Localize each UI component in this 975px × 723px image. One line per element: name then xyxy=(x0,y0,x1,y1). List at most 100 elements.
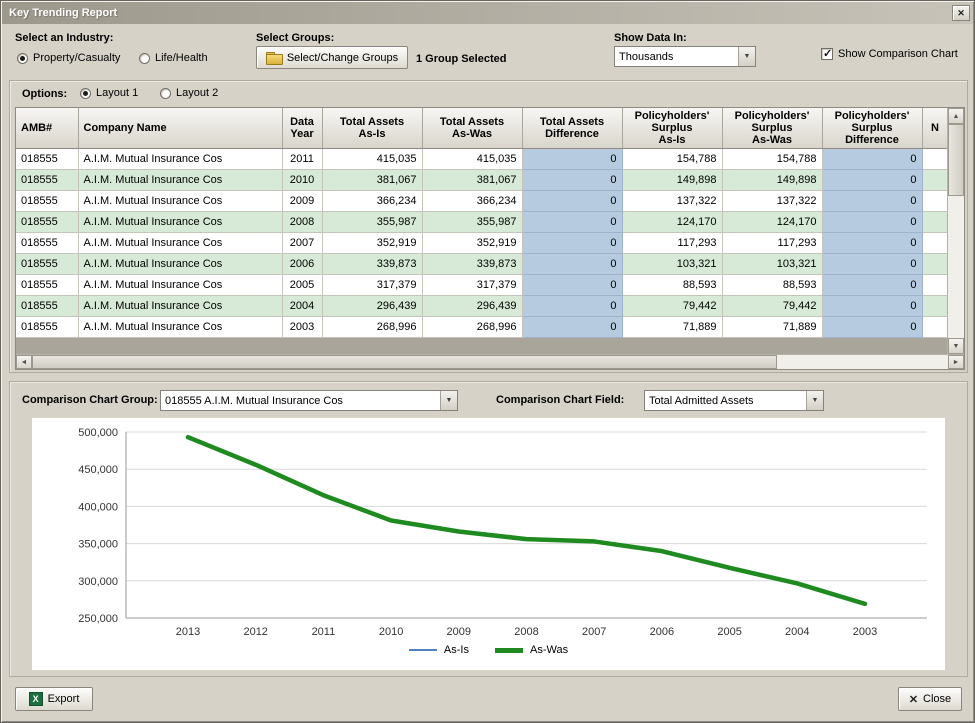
table-row[interactable]: 018555 A.I.M. Mutual Insurance Cos 2008 355… xyxy=(16,211,947,233)
radio-layout-2[interactable]: Layout 2 xyxy=(160,87,218,99)
vertical-scroll-track[interactable] xyxy=(948,196,964,338)
comparison-chart-group-combobox[interactable]: 018555 A.I.M. Mutual Insurance Cos ▼ xyxy=(160,390,458,411)
table-cell[interactable]: 117,293 xyxy=(722,232,823,254)
table-cell[interactable]: 0 xyxy=(822,232,923,254)
table-cell[interactable]: 268,996 xyxy=(422,316,523,338)
horizontal-scroll-thumb[interactable] xyxy=(32,355,777,369)
table-cell[interactable]: 154,788 xyxy=(622,148,723,170)
table-cell[interactable]: 381,067 xyxy=(422,169,523,191)
table-cell[interactable]: 0 xyxy=(522,295,623,317)
table-cell[interactable] xyxy=(922,274,947,296)
table-row[interactable]: 018555 A.I.M. Mutual Insurance Cos 2010 381… xyxy=(16,169,947,191)
col-header-data-year[interactable]: Data Year xyxy=(282,108,323,149)
table-cell[interactable]: 71,889 xyxy=(722,316,823,338)
radio-property-casualty[interactable]: Property/Casualty xyxy=(17,52,120,64)
scroll-left-icon[interactable]: ◄ xyxy=(16,355,32,369)
scroll-down-icon[interactable]: ▼ xyxy=(948,338,964,354)
table-cell[interactable]: 2011 xyxy=(282,148,323,170)
table-cell[interactable]: 018555 xyxy=(16,211,79,233)
table-row[interactable]: 018555 A.I.M. Mutual Insurance Cos 2007 352… xyxy=(16,232,947,254)
table-cell[interactable]: 2006 xyxy=(282,253,323,275)
table-cell[interactable]: 339,873 xyxy=(322,253,423,275)
table-cell[interactable]: 0 xyxy=(522,253,623,275)
table-cell[interactable]: 117,293 xyxy=(622,232,723,254)
table-row[interactable]: 018555 A.I.M. Mutual Insurance Cos 2006 339… xyxy=(16,253,947,275)
horizontal-scrollbar[interactable]: ◄ ► xyxy=(16,354,964,369)
table-cell[interactable]: 2004 xyxy=(282,295,323,317)
show-comparison-chart-checkbox[interactable]: Show Comparison Chart xyxy=(821,47,958,60)
table-cell[interactable] xyxy=(922,211,947,233)
select-change-groups-button[interactable]: Select/Change Groups xyxy=(256,46,408,69)
table-cell[interactable]: 0 xyxy=(522,316,623,338)
table-cell[interactable]: 0 xyxy=(522,169,623,191)
table-cell[interactable]: 415,035 xyxy=(422,148,523,170)
table-cell[interactable]: 317,379 xyxy=(422,274,523,296)
table-cell[interactable]: 355,987 xyxy=(322,211,423,233)
chevron-down-icon[interactable]: ▼ xyxy=(738,47,755,66)
table-cell[interactable]: 352,919 xyxy=(322,232,423,254)
radio-life-health[interactable]: Life/Health xyxy=(139,52,208,64)
table-cell[interactable]: A.I.M. Mutual Insurance Cos xyxy=(78,232,283,254)
table-cell[interactable]: 2010 xyxy=(282,169,323,191)
table-cell[interactable] xyxy=(922,169,947,191)
table-cell[interactable]: 2007 xyxy=(282,232,323,254)
horizontal-scroll-track[interactable] xyxy=(777,355,948,369)
radio-layout-1[interactable]: Layout 1 xyxy=(80,87,138,99)
table-cell[interactable]: A.I.M. Mutual Insurance Cos xyxy=(78,295,283,317)
col-header-surplus-as-was[interactable]: Policyholders' Surplus As-Was xyxy=(722,108,823,149)
scroll-right-icon[interactable]: ► xyxy=(948,355,964,369)
table-row[interactable]: 018555 A.I.M. Mutual Insurance Cos 2005 317… xyxy=(16,274,947,296)
col-header-total-assets-difference[interactable]: Total Assets Difference xyxy=(522,108,623,149)
table-cell[interactable]: 0 xyxy=(522,211,623,233)
table-cell[interactable]: 296,439 xyxy=(422,295,523,317)
table-cell[interactable] xyxy=(922,232,947,254)
table-cell[interactable] xyxy=(922,316,947,338)
table-cell[interactable]: 339,873 xyxy=(422,253,523,275)
col-header-surplus-difference[interactable]: Policyholders' Surplus Difference xyxy=(822,108,923,149)
table-cell[interactable]: 0 xyxy=(822,169,923,191)
table-cell[interactable]: 2005 xyxy=(282,274,323,296)
close-button[interactable]: ✕ Close xyxy=(898,687,962,711)
table-cell[interactable]: 355,987 xyxy=(422,211,523,233)
table-row[interactable]: 018555 A.I.M. Mutual Insurance Cos 2009 366… xyxy=(16,190,947,212)
table-cell[interactable]: 296,439 xyxy=(322,295,423,317)
table-cell[interactable]: 137,322 xyxy=(722,190,823,212)
table-cell[interactable]: 018555 xyxy=(16,295,79,317)
table-cell[interactable]: 0 xyxy=(522,274,623,296)
table-cell[interactable]: A.I.M. Mutual Insurance Cos xyxy=(78,253,283,275)
vertical-scrollbar[interactable]: ▲ ▼ xyxy=(947,108,964,354)
vertical-scroll-thumb[interactable] xyxy=(948,124,964,196)
table-cell[interactable]: 018555 xyxy=(16,169,79,191)
table-cell[interactable]: 317,379 xyxy=(322,274,423,296)
table-row[interactable]: 018555 A.I.M. Mutual Insurance Cos 2011 415… xyxy=(16,148,947,170)
table-cell[interactable]: 103,321 xyxy=(622,253,723,275)
table-cell[interactable]: 018555 xyxy=(16,253,79,275)
table-cell[interactable]: 0 xyxy=(822,316,923,338)
table-cell[interactable]: 018555 xyxy=(16,190,79,212)
col-header-company-name[interactable]: Company Name xyxy=(78,108,283,149)
close-icon[interactable]: ✕ xyxy=(952,5,970,21)
table-cell[interactable]: 2003 xyxy=(282,316,323,338)
table-cell[interactable]: A.I.M. Mutual Insurance Cos xyxy=(78,316,283,338)
table-cell[interactable]: 0 xyxy=(822,274,923,296)
col-header-surplus-as-is[interactable]: Policyholders' Surplus As-Is xyxy=(622,108,723,149)
table-cell[interactable]: 352,919 xyxy=(422,232,523,254)
table-cell[interactable]: 018555 xyxy=(16,232,79,254)
table-cell[interactable]: 0 xyxy=(822,253,923,275)
table-cell[interactable]: 88,593 xyxy=(722,274,823,296)
table-cell[interactable]: 0 xyxy=(822,211,923,233)
table-cell[interactable]: 268,996 xyxy=(322,316,423,338)
table-cell[interactable]: 0 xyxy=(822,295,923,317)
table-cell[interactable]: 124,170 xyxy=(722,211,823,233)
table-cell[interactable]: A.I.M. Mutual Insurance Cos xyxy=(78,148,283,170)
table-cell[interactable]: 018555 xyxy=(16,316,79,338)
table-cell[interactable]: A.I.M. Mutual Insurance Cos xyxy=(78,190,283,212)
table-cell[interactable]: 0 xyxy=(522,148,623,170)
table-cell[interactable]: A.I.M. Mutual Insurance Cos xyxy=(78,211,283,233)
table-cell[interactable]: 0 xyxy=(822,148,923,170)
col-header-total-assets-as-was[interactable]: Total Assets As-Was xyxy=(422,108,523,149)
table-cell[interactable]: 137,322 xyxy=(622,190,723,212)
table-cell[interactable]: 149,898 xyxy=(622,169,723,191)
table-cell[interactable]: 103,321 xyxy=(722,253,823,275)
table-cell[interactable]: 71,889 xyxy=(622,316,723,338)
